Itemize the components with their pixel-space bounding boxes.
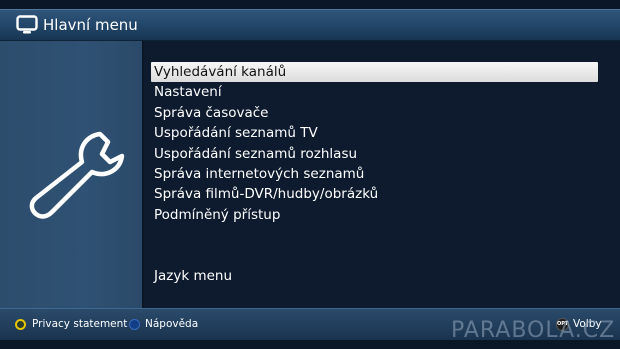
menu-item-tv-lists[interactable]: Uspořádání seznamů TV [151, 123, 598, 143]
menu-item-internet-lists[interactable]: Správa internetových seznamů [151, 164, 598, 184]
menu-item-conditional-access[interactable]: Podmíněný přístup [151, 205, 598, 225]
menu-item-radio-lists[interactable]: Uspořádání seznamů rozhlasu [151, 144, 598, 164]
menu-item-timer-management[interactable]: Správa časovače [151, 103, 598, 123]
help-hint[interactable]: Nápověda [145, 317, 198, 331]
privacy-statement-hint[interactable]: Privacy statement [32, 317, 127, 331]
menu-item-channel-search[interactable]: Vyhledávání kanálů [151, 62, 598, 83]
menu-item-settings[interactable]: Nastavení [151, 82, 598, 102]
wrench-icon [29, 131, 125, 219]
menu-item-menu-language[interactable]: Jazyk menu [151, 266, 598, 286]
blue-button-icon[interactable] [129, 319, 140, 330]
main-menu-list: Vyhledávání kanálů Nastavení Správa časo… [151, 62, 598, 225]
tv-icon [16, 15, 38, 34]
header-bar: Hlavní menu [0, 9, 620, 41]
page-title: Hlavní menu [43, 16, 138, 34]
yellow-button-icon[interactable] [15, 319, 26, 330]
watermark: PARABOLA.CZ [451, 318, 616, 343]
menu-item-media-management[interactable]: Správa filmů-DVR/hudby/obrázků [151, 184, 598, 204]
tv-screen: Hlavní menu Vyhledávání kanálů Nastavení… [0, 0, 620, 349]
